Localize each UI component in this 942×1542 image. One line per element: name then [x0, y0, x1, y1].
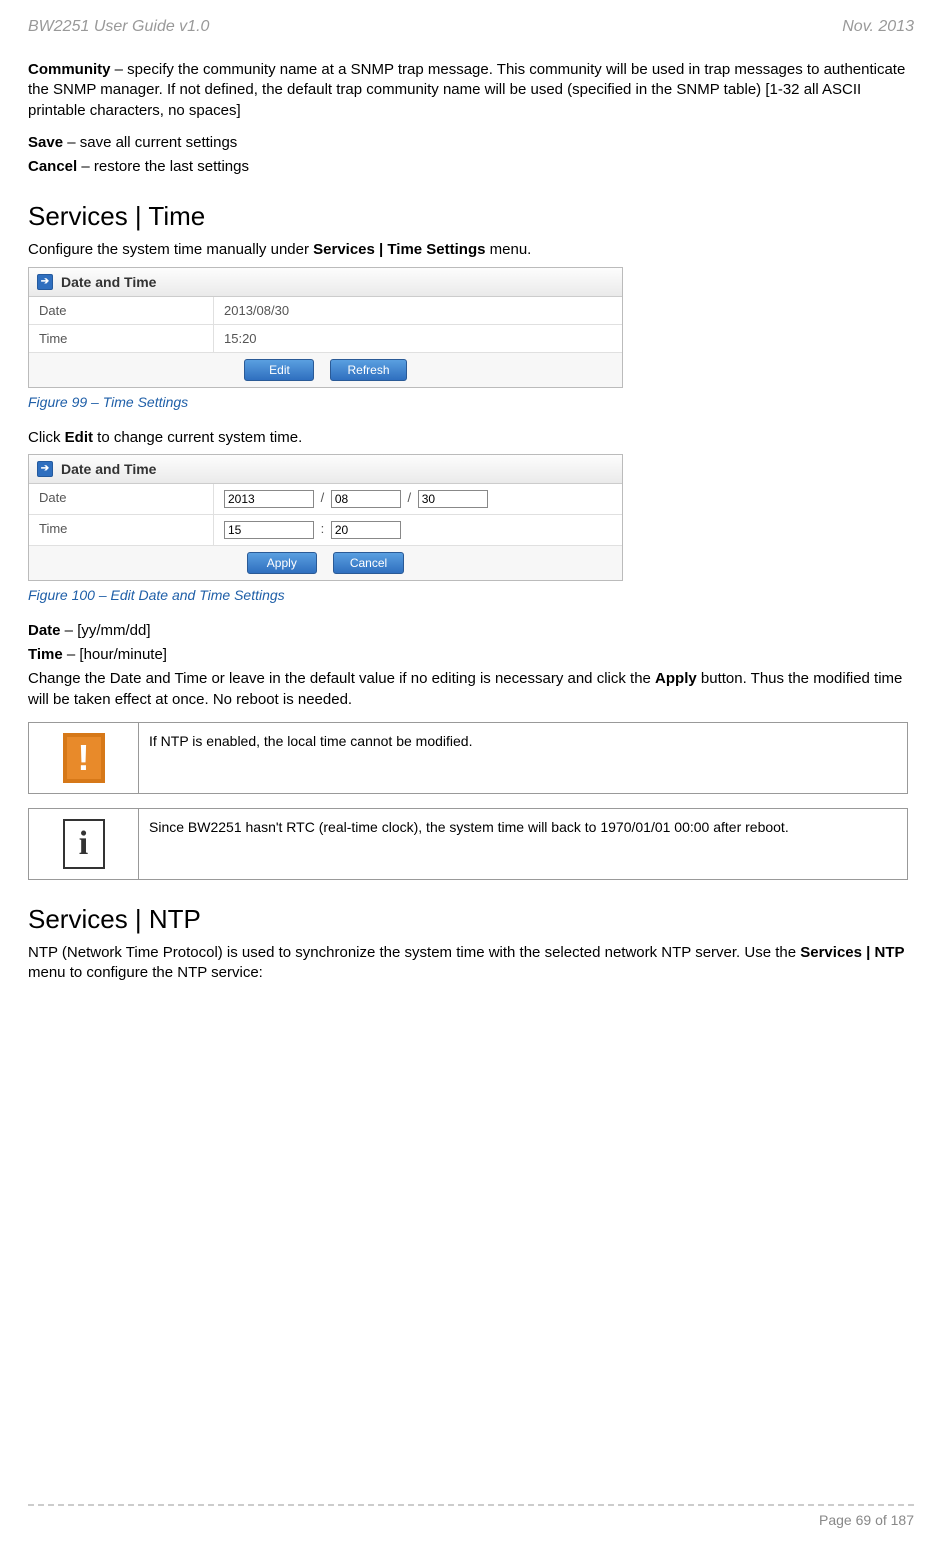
- date-time-panel-edit: ➔ Date and Time Date / / Time : Apply Ca…: [28, 454, 623, 581]
- info-table: i Since BW2251 hasn't RTC (real-time clo…: [28, 808, 908, 880]
- sep-colon: :: [321, 521, 325, 536]
- panel-title-edit: Date and Time: [61, 461, 156, 477]
- exclamation-icon: !: [63, 733, 105, 783]
- heading-services-ntp: Services | NTP: [28, 904, 914, 935]
- row-time-view: Time 15:20: [29, 325, 622, 353]
- arrow-right-icon: ➔: [37, 274, 53, 290]
- date-inputs: / /: [214, 484, 622, 514]
- year-field[interactable]: [224, 490, 314, 508]
- time-inputs: :: [214, 515, 622, 545]
- cancel-desc: Cancel – restore the last settings: [28, 157, 914, 177]
- time-desc: Configure the system time manually under…: [28, 240, 914, 260]
- hour-field[interactable]: [224, 521, 314, 539]
- month-field[interactable]: [331, 490, 401, 508]
- save-desc: Save – save all current settings: [28, 133, 914, 153]
- minute-field[interactable]: [331, 521, 401, 539]
- panel-footer-edit: Apply Cancel: [29, 546, 622, 580]
- info-icon: i: [63, 819, 105, 869]
- row-date-view: Date 2013/08/30: [29, 297, 622, 325]
- row-date-edit: Date / /: [29, 484, 622, 515]
- time-label: Time: [29, 325, 214, 352]
- info-text: Since BW2251 hasn't RTC (real-time clock…: [139, 808, 908, 879]
- community-desc: Community – specify the community name a…: [28, 60, 914, 121]
- date-label: Date: [29, 297, 214, 324]
- date-label-edit: Date: [29, 484, 214, 514]
- apply-button[interactable]: Apply: [247, 552, 317, 574]
- date-value: 2013/08/30: [214, 297, 622, 324]
- community-label: Community: [28, 61, 111, 78]
- figure-100-caption: Figure 100 – Edit Date and Time Settings: [28, 587, 914, 603]
- cancel-label: Cancel: [28, 158, 77, 175]
- panel-header-edit: ➔ Date and Time: [29, 455, 622, 484]
- panel-title: Date and Time: [61, 274, 156, 290]
- info-icon-cell: i: [29, 808, 139, 879]
- save-label: Save: [28, 134, 63, 151]
- time-value: 15:20: [214, 325, 622, 352]
- panel-footer-view: Edit Refresh: [29, 353, 622, 387]
- time-label-edit: Time: [29, 515, 214, 545]
- doc-title: BW2251 User Guide v1.0: [28, 18, 209, 36]
- figure-99-caption: Figure 99 – Time Settings: [28, 394, 914, 410]
- arrow-right-icon: ➔: [37, 461, 53, 477]
- warning-table: ! If NTP is enabled, the local time cann…: [28, 722, 908, 794]
- time-format-desc: Time – [hour/minute]: [28, 645, 914, 665]
- date-format-desc: Date – [yy/mm/dd]: [28, 621, 914, 641]
- date-time-panel-view: ➔ Date and Time Date 2013/08/30 Time 15:…: [28, 267, 623, 388]
- page-number: Page 69 of 187: [819, 1512, 914, 1528]
- change-desc: Change the Date and Time or leave in the…: [28, 669, 914, 710]
- click-edit-desc: Click Edit to change current system time…: [28, 428, 914, 448]
- row-time-edit: Time :: [29, 515, 622, 546]
- page-header: BW2251 User Guide v1.0 Nov. 2013: [28, 18, 914, 36]
- sep-slash: /: [321, 490, 325, 505]
- day-field[interactable]: [418, 490, 488, 508]
- warning-icon-cell: !: [29, 722, 139, 793]
- page-footer: Page 69 of 187: [28, 1504, 914, 1528]
- ntp-desc: NTP (Network Time Protocol) is used to s…: [28, 943, 914, 984]
- cancel-button[interactable]: Cancel: [333, 552, 404, 574]
- heading-services-time: Services | Time: [28, 201, 914, 232]
- doc-date: Nov. 2013: [842, 18, 914, 36]
- sep-slash: /: [408, 490, 412, 505]
- warning-text: If NTP is enabled, the local time cannot…: [139, 722, 908, 793]
- refresh-button[interactable]: Refresh: [330, 359, 406, 381]
- edit-button[interactable]: Edit: [244, 359, 314, 381]
- panel-header: ➔ Date and Time: [29, 268, 622, 297]
